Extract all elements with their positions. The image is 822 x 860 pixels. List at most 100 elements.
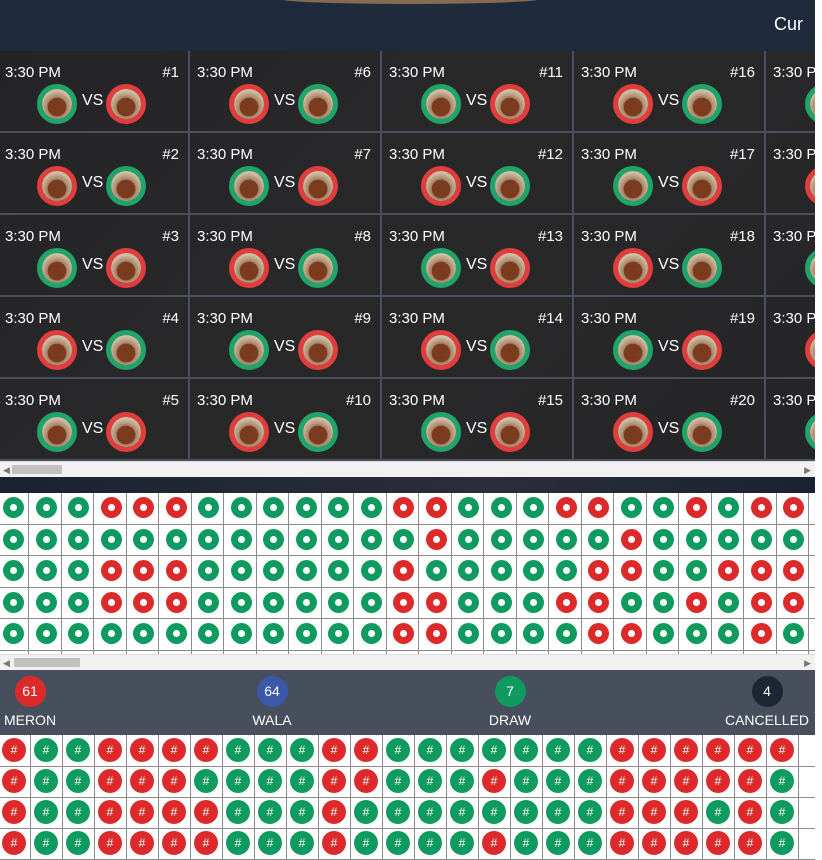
result-bead-wala xyxy=(458,623,479,644)
match-grid: 3:30 PM #1 VS 3:30 PM #2 VS 3:30 PM #3 VS 3:30 PM… xyxy=(0,51,815,461)
match-card[interactable]: 3:30 PM #6 VS xyxy=(190,51,382,133)
match-card[interactable]: 3:30 P xyxy=(766,379,815,461)
rooster-avatar-icon xyxy=(298,330,338,370)
match-card[interactable]: 3:30 PM #11 VS xyxy=(382,51,574,133)
match-time: 3:30 PM xyxy=(581,310,637,327)
hash-marker-meron: # xyxy=(194,831,218,855)
result-bead-wala xyxy=(231,529,252,550)
hash-marker-wala: # xyxy=(34,738,58,762)
result-bead-wala xyxy=(36,592,57,613)
rooster-avatar-icon xyxy=(106,330,146,370)
rooster-avatar-icon xyxy=(106,248,146,288)
result-bead-meron xyxy=(166,592,187,613)
result-bead-wala xyxy=(296,497,317,518)
vs-label: VS xyxy=(274,174,296,191)
result-bead-wala xyxy=(198,592,219,613)
result-bead-wala xyxy=(523,497,544,518)
match-card[interactable]: 3:30 PM #12 VS xyxy=(382,133,574,215)
result-bead-wala xyxy=(556,623,577,644)
hash-marker-wala: # xyxy=(354,800,378,824)
hash-marker-wala: # xyxy=(226,738,250,762)
match-card[interactable]: 3:30 PM #1 VS xyxy=(0,51,190,133)
match-card[interactable]: 3:30 PM #18 VS xyxy=(574,215,766,297)
match-number: #17 xyxy=(729,146,755,163)
vs-label: VS xyxy=(658,256,680,273)
match-card[interactable]: 3:30 P xyxy=(766,51,815,133)
result-bead-meron xyxy=(426,497,447,518)
result-bead-meron xyxy=(166,560,187,581)
match-grid-scrollbar[interactable]: ◀ ▶ xyxy=(0,461,815,477)
match-card[interactable]: 3:30 PM #16 VS xyxy=(574,51,766,133)
result-bead-meron xyxy=(751,497,772,518)
rooster-avatar-icon xyxy=(37,412,77,452)
match-card[interactable]: 3:30 PM #15 VS xyxy=(382,379,574,461)
bead-road-scrollbar[interactable]: ◀ ▶ xyxy=(0,654,815,670)
scroll-right-arrow-icon[interactable]: ▶ xyxy=(804,465,811,476)
result-bead-wala xyxy=(751,529,772,550)
hash-marker-wala: # xyxy=(386,738,410,762)
hash-marker-meron: # xyxy=(482,831,506,855)
summary-label: WALA xyxy=(252,712,292,728)
hash-marker-wala: # xyxy=(258,831,282,855)
vs-label: VS xyxy=(274,92,296,109)
result-bead-meron xyxy=(621,529,642,550)
match-time: 3:30 PM xyxy=(389,146,445,163)
match-card[interactable]: 3:30 P xyxy=(766,133,815,215)
result-bead-wala xyxy=(231,623,252,644)
match-card[interactable]: 3:30 PM #4 VS xyxy=(0,297,190,379)
result-bead-wala xyxy=(296,560,317,581)
grid-line xyxy=(191,493,192,654)
rooster-avatar-icon xyxy=(805,412,815,452)
hash-marker-wala: # xyxy=(290,831,314,855)
hash-marker-wala: # xyxy=(546,769,570,793)
scroll-left-arrow-icon[interactable]: ◀ xyxy=(3,465,10,476)
rooster-avatar-icon xyxy=(613,248,653,288)
hash-marker-meron: # xyxy=(98,769,122,793)
match-card[interactable]: 3:30 PM #13 VS xyxy=(382,215,574,297)
match-time: 3:30 PM xyxy=(5,228,61,245)
hash-marker-wala: # xyxy=(514,800,538,824)
match-card[interactable]: 3:30 P xyxy=(766,297,815,379)
scroll-left-arrow-icon[interactable]: ◀ xyxy=(3,658,10,669)
summary-count-badge: 4 xyxy=(751,676,783,707)
hash-marker-wala: # xyxy=(770,800,794,824)
scroll-thumb[interactable] xyxy=(12,465,62,474)
grid-line xyxy=(0,797,815,798)
hash-marker-meron: # xyxy=(130,831,154,855)
hash-marker-meron: # xyxy=(738,800,762,824)
hash-marker-meron: # xyxy=(610,800,634,824)
hash-marker-wala: # xyxy=(482,800,506,824)
match-card[interactable]: 3:30 PM #17 VS xyxy=(574,133,766,215)
hash-marker-meron: # xyxy=(98,800,122,824)
match-card[interactable]: 3:30 PM #10 VS xyxy=(190,379,382,461)
scroll-right-arrow-icon[interactable]: ▶ xyxy=(804,658,811,669)
match-card[interactable]: 3:30 P xyxy=(766,215,815,297)
result-bead-wala xyxy=(556,560,577,581)
grid-line xyxy=(256,493,257,654)
result-bead-meron xyxy=(588,560,609,581)
rooster-avatar-icon xyxy=(229,248,269,288)
header-title: Cur xyxy=(773,14,803,34)
match-card[interactable]: 3:30 PM #19 VS xyxy=(574,297,766,379)
match-card[interactable]: 3:30 PM #9 VS xyxy=(190,297,382,379)
match-card[interactable]: 3:30 PM #20 VS xyxy=(574,379,766,461)
match-card[interactable]: 3:30 PM #8 VS xyxy=(190,215,382,297)
hash-marker-meron: # xyxy=(482,769,506,793)
result-bead-wala xyxy=(523,592,544,613)
match-card[interactable]: 3:30 PM #3 VS xyxy=(0,215,190,297)
match-card[interactable]: 3:30 PM #14 VS xyxy=(382,297,574,379)
match-time: 3:30 P xyxy=(773,392,815,409)
match-number: #4 xyxy=(162,310,179,327)
result-bead-wala xyxy=(296,623,317,644)
result-bead-meron xyxy=(393,623,414,644)
rooster-avatar-icon xyxy=(490,166,530,206)
result-bead-wala xyxy=(263,529,284,550)
grid-line xyxy=(0,587,815,588)
result-bead-meron xyxy=(101,560,122,581)
match-card[interactable]: 3:30 PM #5 VS xyxy=(0,379,190,461)
scroll-thumb[interactable] xyxy=(14,658,80,667)
match-time: 3:30 PM xyxy=(5,392,61,409)
match-card[interactable]: 3:30 PM #2 VS xyxy=(0,133,190,215)
match-card[interactable]: 3:30 PM #7 VS xyxy=(190,133,382,215)
rooster-avatar-icon xyxy=(805,84,815,124)
